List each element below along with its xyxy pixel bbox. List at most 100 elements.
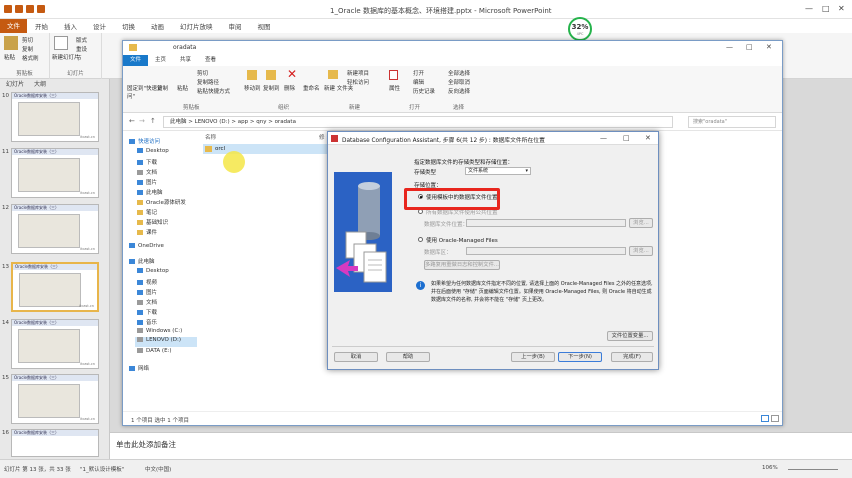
nav-drive-e[interactable]: DATA (E:) bbox=[137, 348, 172, 354]
edit-button[interactable]: 编辑 bbox=[413, 78, 424, 86]
tab-slides[interactable]: 幻灯片 bbox=[6, 79, 24, 90]
next-button[interactable]: 下一步(N) bbox=[558, 352, 602, 362]
new-slide-icon[interactable] bbox=[54, 36, 68, 50]
nav-pc-pictures[interactable]: 图片 bbox=[137, 288, 157, 296]
menu-insert[interactable]: 插入 bbox=[56, 21, 85, 31]
slide-thumbnail[interactable]: Oracle数据库安装（三） itcast.cn bbox=[11, 204, 99, 254]
nav-drive-d[interactable]: LENOVO (D:) bbox=[135, 337, 197, 347]
file-location-variables-button[interactable]: 文件位置变量... bbox=[607, 331, 653, 341]
search-input[interactable]: 搜索"oradata" bbox=[688, 116, 776, 128]
copy-path-button[interactable]: 复制路径 bbox=[197, 78, 219, 86]
history-button[interactable]: 历史记录 bbox=[413, 87, 435, 95]
reset-button[interactable]: 重设 bbox=[76, 45, 87, 53]
nav-this-pc-pin[interactable]: 此电脑 bbox=[137, 188, 163, 196]
large-icons-view-icon[interactable] bbox=[771, 415, 779, 422]
cancel-button[interactable]: 取消 bbox=[334, 352, 378, 362]
zoom-level[interactable]: 106% bbox=[762, 465, 778, 471]
rename-button[interactable]: 重命名 bbox=[303, 84, 320, 92]
crumb-app[interactable]: app bbox=[238, 119, 248, 125]
browse-button[interactable]: 浏览... bbox=[629, 218, 653, 228]
paste-shortcut-button[interactable]: 粘贴快捷方式 bbox=[197, 87, 230, 95]
nav-pc-documents[interactable]: 文档 bbox=[137, 298, 157, 306]
move-to-button[interactable]: 移动到 bbox=[244, 84, 261, 92]
db-file-location-input[interactable] bbox=[466, 219, 626, 227]
zoom-slider[interactable] bbox=[788, 469, 838, 470]
select-none-button[interactable]: 全部取消 bbox=[448, 78, 470, 86]
tab-view[interactable]: 查看 bbox=[198, 55, 223, 66]
slide-thumbnail[interactable]: Oracle数据库安装（三） itcast.cn bbox=[11, 319, 99, 369]
minimize-icon[interactable]: — bbox=[726, 43, 733, 51]
menu-design[interactable]: 设计 bbox=[85, 21, 114, 31]
finish-button[interactable]: 完成(F) bbox=[611, 352, 653, 362]
nav-network[interactable]: 网络 bbox=[129, 364, 149, 372]
properties-button[interactable]: 属性 bbox=[389, 84, 400, 92]
nav-pc-desktop[interactable]: Desktop bbox=[137, 268, 169, 274]
nav-desktop[interactable]: Desktop bbox=[137, 148, 169, 154]
omf-radio[interactable] bbox=[418, 237, 423, 242]
menu-home[interactable]: 开始 bbox=[27, 21, 56, 31]
maximize-icon[interactable]: □ bbox=[623, 134, 630, 142]
new-item-button[interactable]: 新建项目 bbox=[347, 69, 369, 77]
paste-button[interactable]: 粘贴 bbox=[4, 53, 15, 61]
forward-icon[interactable]: → bbox=[139, 117, 145, 125]
close-icon[interactable]: ✕ bbox=[838, 4, 845, 13]
storage-type-select[interactable]: 文件系统 ▾ bbox=[465, 167, 531, 175]
menu-view[interactable]: 视图 bbox=[250, 21, 279, 31]
open-button[interactable]: 打开 bbox=[413, 69, 424, 77]
nav-quick-access[interactable]: 快速访问 bbox=[129, 137, 160, 145]
multiplex-button[interactable]: 多路复用重做日志和控制文件... bbox=[424, 260, 500, 270]
file-row-orcl[interactable]: orcl bbox=[203, 144, 328, 154]
cut-button[interactable]: 剪切 bbox=[22, 36, 33, 44]
nav-videos[interactable]: 视频 bbox=[137, 278, 157, 286]
crumb-qny[interactable]: qny bbox=[256, 119, 266, 125]
slide-thumbnail[interactable]: Oracle数据库安装（三） itcast.cn bbox=[11, 92, 99, 142]
address-bar[interactable]: 此电脑 > LENOVO (D:) > app > qny > oradata bbox=[163, 116, 673, 128]
cut-button[interactable]: 剪切 bbox=[197, 69, 208, 77]
browse-area-button[interactable]: 浏览... bbox=[629, 246, 653, 256]
minimize-icon[interactable]: — bbox=[805, 4, 813, 13]
close-icon[interactable]: ✕ bbox=[645, 134, 651, 142]
easy-access-button[interactable]: 轻松访问 bbox=[347, 78, 369, 86]
tab-outline[interactable]: 大纲 bbox=[34, 79, 46, 90]
copy-button[interactable]: 复制 bbox=[22, 45, 33, 53]
crumb-lenovo-d[interactable]: LENOVO (D:) bbox=[195, 119, 230, 125]
copy-button[interactable]: 复制 bbox=[157, 84, 168, 92]
nav-documents[interactable]: 文档 bbox=[137, 168, 157, 176]
paste-button[interactable]: 粘贴 bbox=[177, 84, 188, 92]
db-area-input[interactable] bbox=[466, 247, 626, 255]
nav-onedrive[interactable]: OneDrive bbox=[129, 243, 164, 249]
nav-this-pc[interactable]: 此电脑 bbox=[129, 257, 155, 265]
menu-animations[interactable]: 动画 bbox=[143, 21, 172, 31]
select-all-button[interactable]: 全部选择 bbox=[448, 69, 470, 77]
slide-thumbnail[interactable]: Oracle数据库安装（三） itcast.cn bbox=[11, 374, 99, 424]
section-button[interactable]: 节 bbox=[76, 54, 82, 62]
maximize-icon[interactable]: □ bbox=[822, 4, 830, 13]
nav-music[interactable]: 音乐 bbox=[137, 318, 157, 326]
layout-button[interactable]: 版式 bbox=[76, 36, 87, 44]
invert-selection-button[interactable]: 反向选择 bbox=[448, 87, 470, 95]
nav-basics[interactable]: 基础知识 bbox=[137, 218, 168, 226]
menu-review[interactable]: 审阅 bbox=[221, 21, 250, 31]
back-button[interactable]: 上一步(B) bbox=[511, 352, 555, 362]
slide-thumbnail[interactable]: Oracle数据库安装（三） bbox=[11, 429, 99, 457]
column-name-header[interactable]: 名称 bbox=[205, 133, 216, 141]
nav-oracle[interactable]: Oracle源体研发 bbox=[137, 198, 186, 206]
format-painter-button[interactable]: 格式刷 bbox=[22, 54, 39, 62]
menu-transitions[interactable]: 切换 bbox=[114, 21, 143, 31]
nav-pictures[interactable]: 图片 bbox=[137, 178, 157, 186]
tab-home[interactable]: 主页 bbox=[148, 55, 173, 66]
close-icon[interactable]: ✕ bbox=[766, 43, 772, 51]
minimize-icon[interactable]: — bbox=[600, 134, 607, 142]
tab-share[interactable]: 共享 bbox=[173, 55, 198, 66]
back-icon[interactable]: ← bbox=[129, 117, 135, 125]
details-view-icon[interactable] bbox=[761, 415, 769, 422]
help-button[interactable]: 帮助 bbox=[386, 352, 430, 362]
delete-button[interactable]: 删除 bbox=[284, 84, 295, 92]
copy-to-button[interactable]: 复制到 bbox=[263, 84, 280, 92]
menu-slideshow[interactable]: 幻灯片放映 bbox=[172, 21, 221, 31]
crumb-this-pc[interactable]: 此电脑 bbox=[170, 119, 187, 125]
crumb-oradata[interactable]: oradata bbox=[275, 119, 296, 125]
menu-file[interactable]: 文件 bbox=[0, 19, 27, 33]
quick-access-toolbar[interactable] bbox=[4, 5, 64, 14]
nav-courseware[interactable]: 课件 bbox=[137, 228, 157, 236]
